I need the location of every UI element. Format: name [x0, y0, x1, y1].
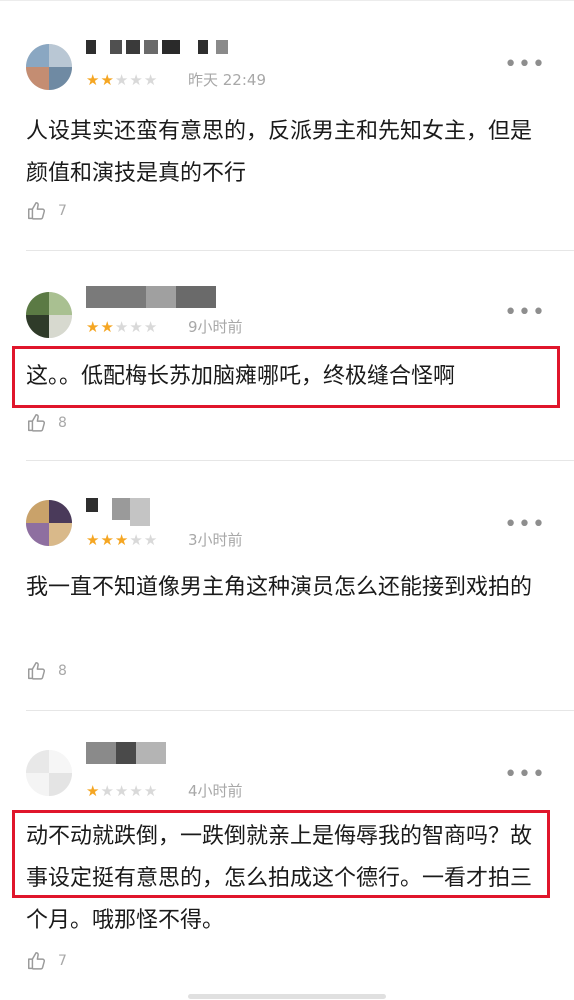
rating-stars: ★★★★★ [86, 782, 158, 800]
username-blurred[interactable] [86, 742, 176, 764]
star-filled-icon: ★ [86, 782, 101, 800]
post-time: 4小时前 [188, 782, 243, 800]
like-count: 7 [58, 953, 67, 969]
user-avatar[interactable] [26, 750, 72, 796]
star-empty-icon: ★ [143, 782, 159, 800]
thumbs-up-icon [28, 952, 46, 970]
comment-text: 动不动就跌倒，一跌倒就亲上是侮辱我的智商吗？故事设定挺有意思的，怎么拍成这个德行… [26, 824, 533, 933]
star-empty-icon: ★ [129, 782, 144, 800]
star-empty-icon: ★ [114, 782, 130, 800]
more-icon[interactable]: ••• [504, 764, 546, 786]
scroll-indicator [188, 994, 386, 999]
comment-item: ★★★★★ 4小时前 ••• 动不动就跌倒，一跌倒就亲上是侮辱我的智商吗？故事设… [0, 0, 574, 1000]
star-empty-icon: ★ [100, 782, 115, 800]
